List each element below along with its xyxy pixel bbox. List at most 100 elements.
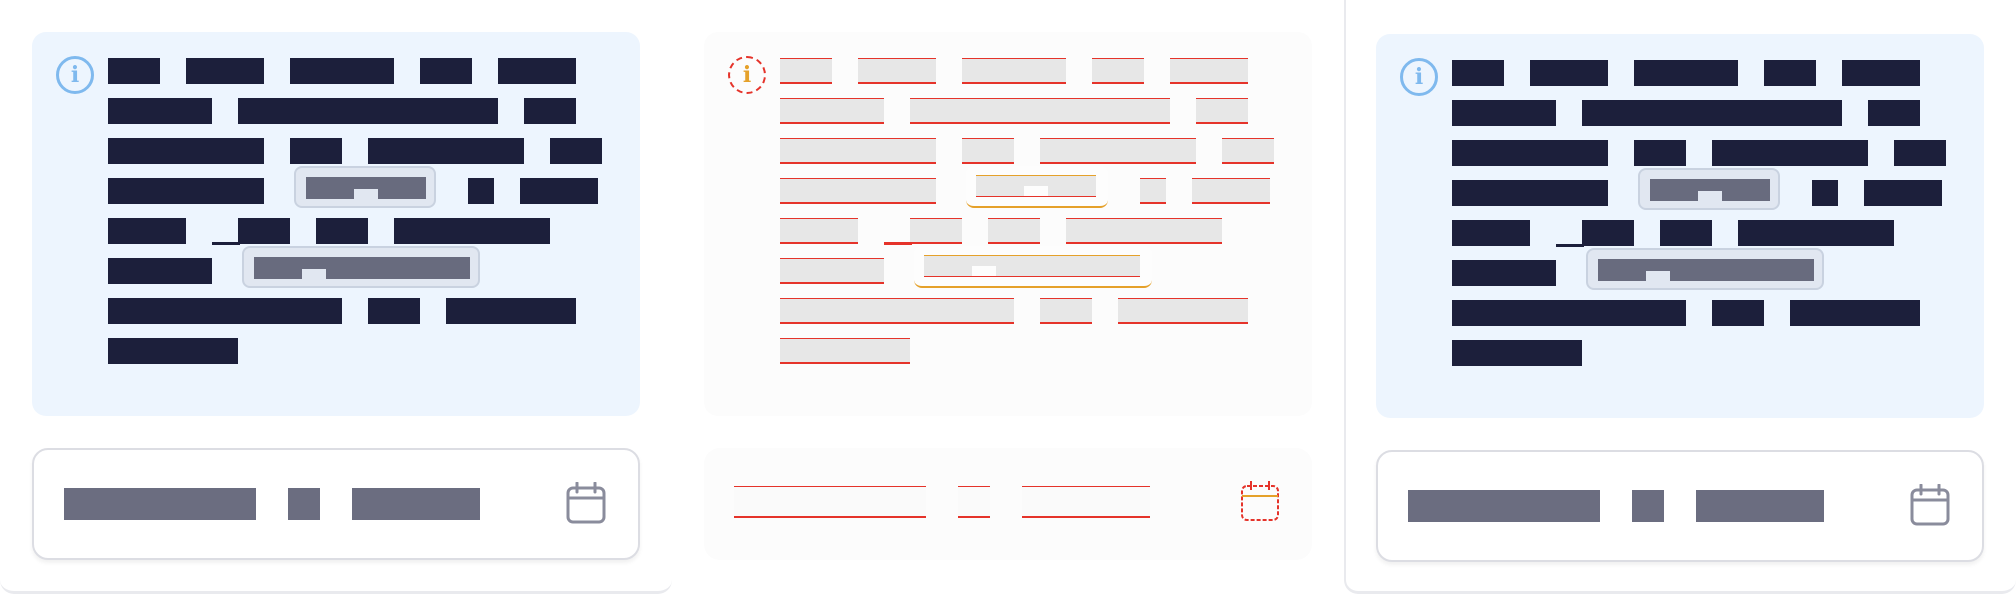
inline-code-chip	[1638, 168, 1780, 210]
inline-code-text	[1650, 179, 1770, 201]
info-icon: i	[56, 56, 94, 94]
info-word	[780, 298, 1014, 324]
info-word	[1738, 220, 1894, 246]
date-range-start	[734, 486, 926, 518]
info-word	[108, 218, 186, 244]
inline-code-text	[306, 177, 426, 199]
info-word	[1582, 220, 1634, 246]
info-word	[290, 58, 394, 84]
info-word	[780, 98, 884, 124]
date-range-start	[64, 488, 256, 520]
info-word	[1118, 298, 1248, 324]
inline-code-chip	[242, 246, 480, 288]
info-word	[1222, 138, 1274, 164]
info-line-8	[780, 338, 1300, 364]
date-range-separator	[958, 486, 990, 518]
info-line-3	[780, 138, 1300, 164]
info-line-8	[1452, 340, 1972, 366]
calendar-icon[interactable]	[1240, 480, 1280, 522]
info-word	[988, 218, 1040, 244]
info-word	[1040, 298, 1092, 324]
preview-panel-1: i	[0, 0, 672, 594]
info-line-1	[108, 58, 628, 84]
info-word	[1864, 180, 1942, 206]
info-word	[780, 218, 858, 244]
info-word	[446, 298, 576, 324]
inline-code-text	[924, 255, 1140, 277]
info-word	[780, 178, 936, 204]
info-word	[524, 98, 576, 124]
date-range-field[interactable]	[1376, 450, 1984, 562]
info-word	[1192, 178, 1270, 204]
info-word	[1040, 138, 1196, 164]
inline-code-text	[976, 175, 1096, 197]
underscore-mark	[884, 242, 912, 245]
info-word	[108, 138, 264, 164]
preview-panel-2: i	[672, 0, 1344, 594]
info-line-6	[1452, 248, 1972, 290]
info-word	[290, 138, 342, 164]
info-icon: i	[1400, 58, 1438, 96]
info-word	[962, 138, 1014, 164]
calendar-icon[interactable]	[1910, 484, 1950, 526]
inline-code-chip	[294, 166, 436, 208]
info-line-5	[1452, 220, 1972, 247]
date-range-field[interactable]	[704, 448, 1312, 560]
info-word	[910, 98, 1170, 124]
info-word	[394, 218, 550, 244]
info-line-2	[780, 98, 1300, 124]
info-word	[780, 58, 832, 84]
date-range-separator	[1632, 490, 1664, 522]
info-word	[1712, 140, 1868, 166]
info-line-8	[108, 338, 628, 364]
info-word	[780, 258, 884, 284]
info-line-4	[780, 166, 1300, 208]
inline-code-chip	[914, 246, 1152, 288]
info-paragraph	[1452, 60, 1972, 380]
info-word	[1092, 58, 1144, 84]
info-word	[1170, 58, 1248, 84]
info-line-5	[108, 218, 628, 245]
info-word	[550, 138, 602, 164]
calendar-icon[interactable]	[566, 482, 606, 524]
info-word	[1790, 300, 1920, 326]
date-range-field[interactable]	[32, 448, 640, 560]
info-word	[1452, 60, 1504, 86]
info-word	[1452, 300, 1686, 326]
info-word	[1868, 100, 1920, 126]
info-line-2	[1452, 100, 1972, 126]
info-word	[520, 178, 598, 204]
info-word	[1660, 220, 1712, 246]
info-line-6	[780, 246, 1300, 288]
date-range-separator	[288, 488, 320, 520]
info-word	[468, 178, 494, 204]
info-word	[780, 138, 936, 164]
info-word	[1634, 140, 1686, 166]
info-word	[420, 58, 472, 84]
date-range-start	[1408, 490, 1600, 522]
info-word	[1452, 180, 1608, 206]
date-range-end	[1696, 490, 1824, 522]
info-word	[1582, 100, 1842, 126]
info-word	[498, 58, 576, 84]
inline-code-text	[1598, 259, 1814, 281]
info-word	[238, 218, 290, 244]
info-paragraph	[108, 58, 628, 378]
info-word	[108, 98, 212, 124]
info-word	[108, 178, 264, 204]
info-word	[910, 218, 962, 244]
info-word	[1452, 220, 1530, 246]
underscore-mark	[1556, 244, 1584, 247]
info-word	[108, 58, 160, 84]
info-word	[858, 58, 936, 84]
info-word	[1140, 178, 1166, 204]
info-callout: i	[1376, 34, 1984, 418]
inline-code-chip	[1586, 248, 1824, 290]
info-line-2	[108, 98, 628, 124]
info-word	[1764, 60, 1816, 86]
info-callout: i	[704, 32, 1312, 416]
info-line-6	[108, 246, 628, 288]
info-word	[962, 58, 1066, 84]
info-line-1	[780, 58, 1300, 84]
info-word	[1452, 100, 1556, 126]
